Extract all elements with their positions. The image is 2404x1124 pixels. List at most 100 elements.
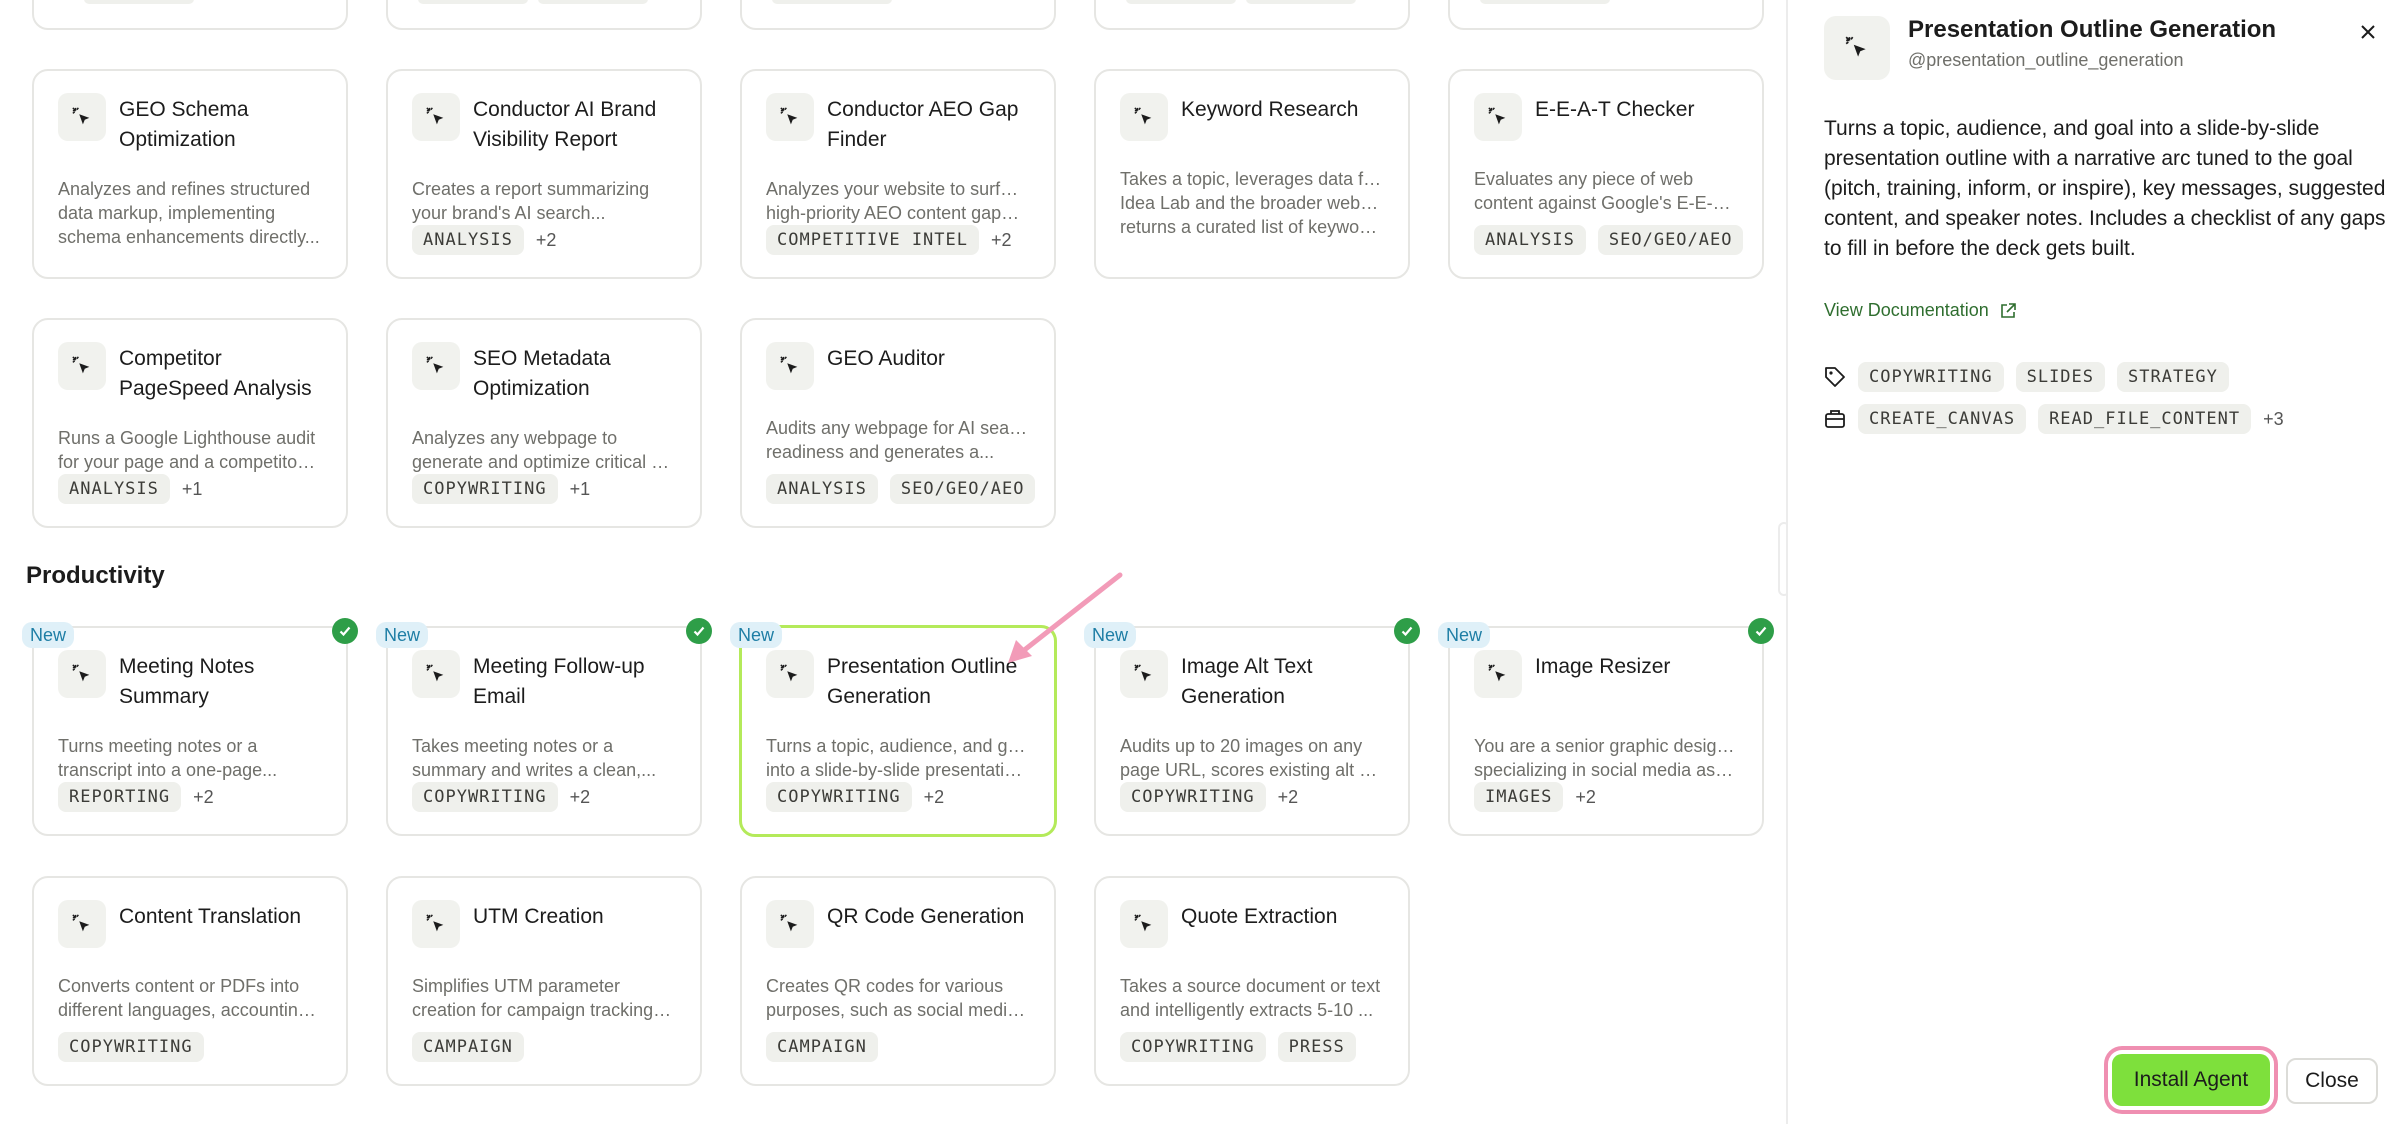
cursor-click-icon (412, 93, 460, 141)
agent-card-title: Image Resizer (1535, 655, 1671, 678)
agent-card[interactable]: New Image Resizer You are a senior graph… (1438, 618, 1774, 836)
agent-card-tags: CAMPAIGN (766, 1032, 878, 1062)
tag: ANALYSIS (1474, 225, 1586, 255)
panel-tags-row: COPYWRITING SLIDES STRATEGY (1824, 362, 2229, 392)
agent-card[interactable]: UTM Creation Simplifies UTM parameter cre… (386, 876, 702, 1086)
installed-check-icon (332, 618, 358, 644)
panel-title: Presentation Outline Generation (1908, 16, 2277, 43)
cursor-click-icon (58, 650, 106, 698)
agent-card-title: E-E-A-T Checker (1535, 98, 1695, 121)
agent-card-tags: ANALYSIS +1 (58, 474, 202, 504)
briefcase-icon (1825, 410, 1845, 428)
agent-detail-panel: Presentation Outline Generation @present… (1786, 0, 2404, 1124)
agent-card-title: Conductor AI Brand Visibility Report (473, 98, 657, 151)
agent-card-title: QR Code Generation (827, 905, 1025, 928)
new-badge: New (376, 622, 429, 648)
cursor-click-icon (412, 650, 460, 698)
view-documentation-link[interactable]: View Documentation (1824, 300, 2017, 321)
agent-card-tags: COPYWRITING +2 (766, 782, 944, 812)
more-tags-count: +1 (569, 478, 591, 499)
cursor-click-icon (412, 900, 460, 948)
more-tags-count: +2 (535, 229, 557, 250)
section-title-productivity: Productivity (26, 562, 165, 589)
tag: COMPETITIVE INTEL (766, 225, 979, 255)
installed-check-icon (686, 618, 712, 644)
agent-card[interactable]: Conductor AI Brand Visibility Report Cre… (386, 69, 702, 279)
agent-card[interactable]: Conductor AEO Gap Finder Analyzes your w… (740, 69, 1056, 279)
tag: CAMPAIGN (412, 1032, 524, 1062)
agent-card[interactable]: GEO Auditor Audits any webpage for AI se… (740, 318, 1056, 528)
agent-card[interactable]: Competitor PageSpeed Analysis Runs a Goo… (32, 318, 348, 528)
tag: IMAGES (1474, 782, 1564, 812)
agent-card-partial[interactable] (740, 0, 1056, 30)
agent-card[interactable]: SEO Metadata Optimization Analyzes any w… (386, 318, 702, 528)
tag: ANALYSIS (766, 474, 878, 504)
agent-card-partial[interactable] (1094, 0, 1410, 30)
cursor-click-icon (58, 342, 106, 390)
agent-card-title: Quote Extraction (1181, 905, 1338, 928)
close-button[interactable]: Close (2286, 1058, 2378, 1104)
cursor-click-icon (766, 93, 814, 141)
cursor-click-icon (1120, 900, 1168, 948)
agent-card-title: Keyword Research (1181, 98, 1359, 121)
agent-card[interactable]: New Meeting Follow-up Email Takes meetin… (376, 618, 712, 836)
agent-card-tags: CAMPAIGN (412, 1032, 524, 1062)
agent-card-tags: REPORTING +2 (58, 782, 214, 812)
cursor-click-icon (1474, 650, 1522, 698)
agent-card[interactable]: E-E-A-T Checker Evaluates any piece of w… (1448, 69, 1764, 279)
tag: COPYWRITING (766, 782, 912, 812)
agent-card-tags: COMPETITIVE INTEL +2 (766, 225, 1012, 255)
tool-tag: READ_FILE_CONTENT (2038, 404, 2252, 434)
tag: COPYWRITING (1120, 782, 1266, 812)
agent-card-title: Content Translation (119, 905, 302, 928)
cursor-click-icon (766, 342, 814, 390)
agent-card-partial[interactable] (32, 0, 348, 30)
agent-card-tags: ANALYSIS SEO/GEO/AEO (1474, 225, 1744, 255)
panel-tools-row: CREATE_CANVAS READ_FILE_CONTENT +3 (1824, 404, 2284, 434)
agent-card-tags: COPYWRITING PRESS (1120, 1032, 1356, 1062)
tag: ANALYSIS (58, 474, 170, 504)
cursor-click-icon (58, 93, 106, 141)
tag: SEO/GEO/AEO (889, 474, 1036, 504)
more-tags-count: +2 (1277, 786, 1299, 807)
close-icon[interactable] (2354, 18, 2382, 46)
installed-check-icon (1748, 618, 1774, 644)
agent-card-title: Conductor AEO Gap Finder (827, 98, 1019, 151)
new-badge: New (730, 622, 783, 648)
tag: COPYWRITING (412, 474, 558, 504)
tag: CAMPAIGN (766, 1032, 878, 1062)
tag: STRATEGY (2117, 362, 2229, 392)
agent-card-description: Analyzes and refines structured data mark… (58, 179, 320, 247)
new-badge: New (22, 622, 75, 648)
cursor-click-icon (58, 900, 106, 948)
tag: PRESS (1277, 1032, 1356, 1062)
agent-card[interactable]: New Meeting Notes Summary Turns meeting … (22, 618, 358, 836)
agent-card-partial[interactable] (386, 0, 702, 30)
agent-card-tags: COPYWRITING (58, 1032, 204, 1062)
more-tags-count: +2 (569, 786, 591, 807)
tag: ANALYSIS (412, 225, 524, 255)
agent-card[interactable]: Content Translation Converts content or … (32, 876, 348, 1086)
agent-card-title: GEO Auditor (827, 347, 945, 370)
cursor-click-icon (1824, 16, 1890, 80)
more-tags-count: +2 (991, 229, 1012, 250)
agent-card[interactable]: Quote Extraction Takes a source document… (1094, 876, 1410, 1086)
tag: COPYWRITING (1120, 1032, 1266, 1062)
agent-card-tags: ANALYSIS SEO/GEO/AEO (766, 474, 1036, 504)
agent-card-tags: ANALYSIS +2 (412, 225, 556, 255)
agent-card[interactable]: New Image Alt Text Generation Audits up … (1084, 618, 1420, 836)
tag: SEO/GEO/AEO (1597, 225, 1744, 255)
agent-card-partial[interactable] (1448, 0, 1764, 30)
agent-card-tags: IMAGES +2 (1474, 782, 1596, 812)
cursor-click-icon (766, 900, 814, 948)
agent-card[interactable]: GEO Schema Optimization Analyzes and ref… (32, 69, 348, 279)
agent-card[interactable]: Keyword Research Takes a topic, leverage… (1094, 69, 1410, 279)
doc-link-label: View Documentation (1824, 300, 1989, 320)
agent-card-title: Image Alt Text Generation (1181, 655, 1313, 708)
agent-card-title: Meeting Notes Summary (119, 655, 255, 708)
agent-card[interactable]: QR Code Generation Creates QR codes for … (740, 876, 1056, 1086)
tag-icon (1825, 367, 1845, 387)
panel-handle: @presentation_outline_generation (1908, 50, 2184, 70)
agent-card-tags: COPYWRITING +1 (412, 474, 590, 504)
install-agent-button[interactable]: Install Agent (2112, 1054, 2270, 1106)
